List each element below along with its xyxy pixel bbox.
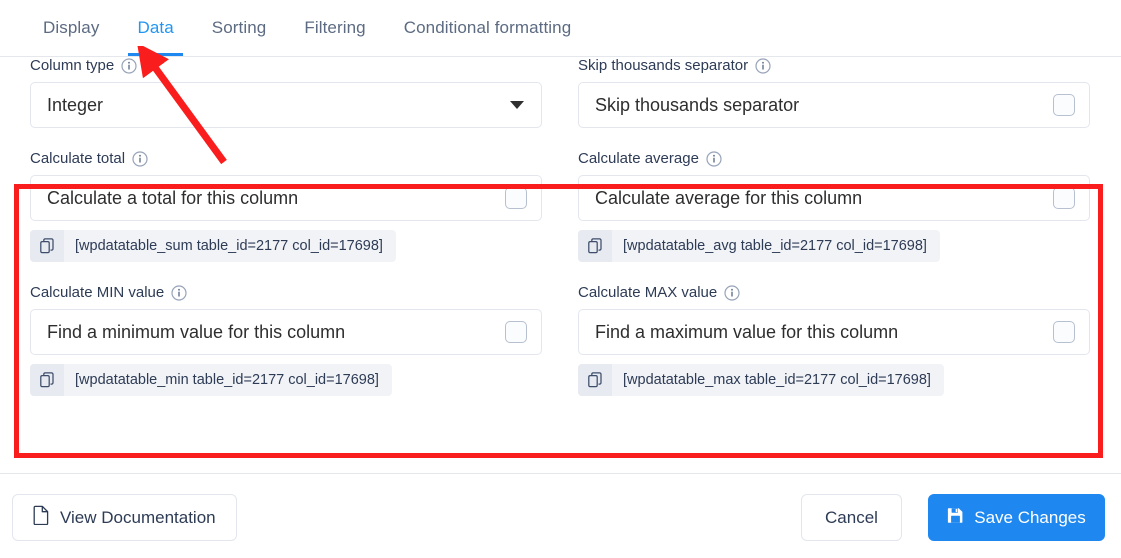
- calculate-total-label-row: Calculate total: [30, 150, 542, 168]
- copy-icon[interactable]: [578, 230, 612, 262]
- calculate-min-shortcode-text: [wpdatatable_min table_id=2177 col_id=17…: [75, 372, 379, 388]
- calculate-average-row[interactable]: Calculate average for this column: [578, 175, 1090, 221]
- skip-thousands-separator-label-row: Skip thousands separator: [578, 57, 1090, 75]
- info-icon[interactable]: [724, 285, 740, 301]
- info-icon[interactable]: [706, 151, 722, 167]
- calculate-max-label-row: Calculate MAX value: [578, 284, 1090, 302]
- skip-thousands-separator-value: Skip thousands separator: [595, 94, 800, 115]
- tab-data[interactable]: Data: [118, 0, 192, 56]
- calculate-average-shortcode[interactable]: [wpdatatable_avg table_id=2177 col_id=17…: [578, 230, 940, 262]
- tab-display-label: Display: [43, 18, 100, 37]
- tab-conditional-formatting-label: Conditional formatting: [403, 18, 572, 37]
- calculate-max-shortcode-text: [wpdatatable_max table_id=2177 col_id=17…: [623, 372, 931, 388]
- tab-conditional-formatting[interactable]: Conditional formatting: [385, 0, 591, 56]
- calculate-min-shortcode[interactable]: [wpdatatable_min table_id=2177 col_id=17…: [30, 364, 392, 396]
- calculate-max-value: Find a maximum value for this column: [595, 321, 899, 342]
- calculate-average-label-row: Calculate average: [578, 150, 1090, 168]
- cancel-label: Cancel: [825, 507, 878, 527]
- field-column-type: Column type Integer: [30, 57, 542, 128]
- calculate-min-checkbox[interactable]: [505, 321, 527, 343]
- info-icon[interactable]: [121, 58, 137, 74]
- tab-filtering-label: Filtering: [304, 18, 366, 37]
- calculate-min-value: Find a minimum value for this column: [47, 321, 346, 342]
- footer-inner: View Documentation Cancel Save Changes: [0, 474, 1121, 558]
- calculate-total-row[interactable]: Calculate a total for this column: [30, 175, 542, 221]
- view-documentation-label: View Documentation: [60, 507, 216, 527]
- column-settings-panel: Display Data Sorting Filtering Condition…: [0, 0, 1121, 558]
- tab-filtering[interactable]: Filtering: [285, 0, 384, 56]
- field-calculate-total: Calculate total Calculate a total for th…: [30, 150, 542, 262]
- calculate-total-shortcode[interactable]: [wpdatatable_sum table_id=2177 col_id=17…: [30, 230, 396, 262]
- save-changes-button[interactable]: Save Changes: [928, 494, 1105, 541]
- calculate-total-checkbox[interactable]: [505, 187, 527, 209]
- calculate-min-label: Calculate MIN value: [30, 284, 165, 301]
- column-type-label-row: Column type: [30, 57, 542, 75]
- tab-list: Display Data Sorting Filtering Condition…: [0, 0, 1121, 56]
- calculate-average-checkbox[interactable]: [1053, 187, 1075, 209]
- save-changes-label: Save Changes: [974, 507, 1086, 527]
- document-icon: [33, 505, 50, 530]
- column-type-select[interactable]: Integer: [30, 82, 542, 128]
- calculate-total-value: Calculate a total for this column: [47, 187, 299, 208]
- save-icon: [947, 507, 964, 529]
- calculate-total-label: Calculate total: [30, 150, 126, 167]
- tab-bar: Display Data Sorting Filtering Condition…: [0, 0, 1121, 57]
- skip-thousands-separator-label: Skip thousands separator: [578, 57, 749, 74]
- calculate-min-label-row: Calculate MIN value: [30, 284, 542, 302]
- calculate-average-label: Calculate average: [578, 150, 699, 167]
- dialog-footer: View Documentation Cancel Save Changes: [0, 473, 1121, 558]
- tab-sorting-label: Sorting: [211, 18, 267, 37]
- calculate-min-row[interactable]: Find a minimum value for this column: [30, 309, 542, 355]
- field-calculate-max: Calculate MAX value Find a maximum value…: [578, 284, 1090, 396]
- calculate-max-shortcode[interactable]: [wpdatatable_max table_id=2177 col_id=17…: [578, 364, 944, 396]
- left-column: Column type Integer Calculate total Calc…: [30, 57, 542, 396]
- calculate-average-shortcode-text: [wpdatatable_avg table_id=2177 col_id=17…: [623, 238, 927, 254]
- info-icon[interactable]: [755, 58, 771, 74]
- column-type-label: Column type: [30, 57, 115, 74]
- tab-sorting[interactable]: Sorting: [193, 0, 286, 56]
- field-calculate-min: Calculate MIN value Find a minimum value…: [30, 284, 542, 396]
- calculate-average-value: Calculate average for this column: [595, 187, 863, 208]
- copy-icon[interactable]: [30, 230, 64, 262]
- column-type-value: Integer: [47, 94, 104, 115]
- calculate-max-label: Calculate MAX value: [578, 284, 718, 301]
- cancel-button[interactable]: Cancel: [801, 494, 902, 541]
- skip-thousands-separator-checkbox[interactable]: [1053, 94, 1075, 116]
- field-skip-thousands-separator: Skip thousands separator Skip thousands …: [578, 57, 1090, 128]
- tab-data-label: Data: [137, 18, 174, 37]
- info-icon[interactable]: [132, 151, 148, 167]
- tab-display[interactable]: Display: [24, 0, 118, 56]
- calculate-max-row[interactable]: Find a maximum value for this column: [578, 309, 1090, 355]
- calculate-max-checkbox[interactable]: [1053, 321, 1075, 343]
- view-documentation-button[interactable]: View Documentation: [12, 494, 237, 541]
- field-calculate-average: Calculate average Calculate average for …: [578, 150, 1090, 262]
- skip-thousands-separator-row[interactable]: Skip thousands separator: [578, 82, 1090, 128]
- copy-icon[interactable]: [578, 364, 612, 396]
- calculate-total-shortcode-text: [wpdatatable_sum table_id=2177 col_id=17…: [75, 238, 383, 254]
- right-column: Skip thousands separator Skip thousands …: [578, 57, 1090, 396]
- chevron-down-icon: [510, 101, 524, 109]
- settings-content: Column type Integer Calculate total Calc…: [0, 57, 1121, 473]
- copy-icon[interactable]: [30, 364, 64, 396]
- info-icon[interactable]: [171, 285, 187, 301]
